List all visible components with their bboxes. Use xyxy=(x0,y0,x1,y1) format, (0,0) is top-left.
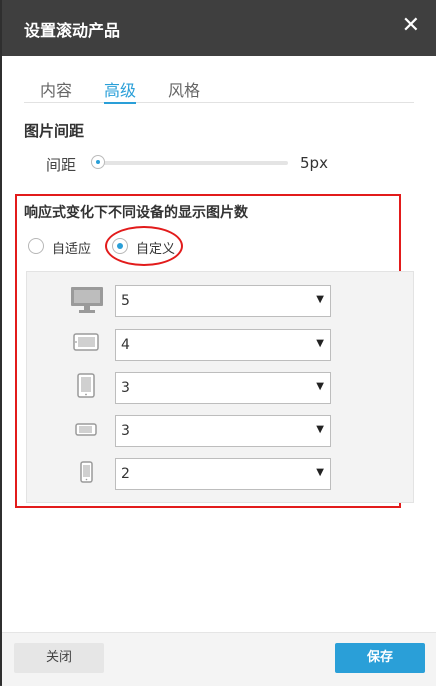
responsive-title: 响应式变化下不同设备的显示图片数 xyxy=(24,205,248,221)
radio-adaptive-label[interactable]: 自适应 xyxy=(52,238,91,257)
tablet-landscape-icon xyxy=(73,333,99,351)
tablet-landscape-count-select[interactable]: 4 ▼ xyxy=(115,329,331,361)
dialog-header: 设置滚动产品 ✕ xyxy=(2,0,436,56)
spacing-slider-handle[interactable] xyxy=(91,155,105,169)
tab-content[interactable]: 内容 xyxy=(40,77,72,102)
phone-portrait-count-select[interactable]: 2 ▼ xyxy=(115,458,331,490)
tablet-portrait-icon xyxy=(77,373,95,398)
tablet-portrait-count-value: 3 xyxy=(121,380,130,396)
image-spacing-title: 图片间距 xyxy=(24,122,85,140)
chevron-down-icon: ▼ xyxy=(316,338,324,349)
spacing-label: 间距 xyxy=(46,156,77,174)
phone-portrait-icon xyxy=(80,461,93,483)
desktop-icon xyxy=(71,287,103,313)
phone-landscape-count-select[interactable]: 3 ▼ xyxy=(115,415,331,447)
phone-landscape-icon xyxy=(75,423,97,436)
radio-adaptive[interactable] xyxy=(28,238,44,254)
chevron-down-icon: ▼ xyxy=(316,424,324,435)
desktop-count-select[interactable]: 5 ▼ xyxy=(115,285,331,317)
phone-landscape-count-value: 3 xyxy=(121,423,130,439)
tab-style[interactable]: 风格 xyxy=(168,77,200,102)
spacing-slider-track[interactable] xyxy=(92,161,288,165)
spacing-value: 5px xyxy=(300,154,328,172)
tab-bar: 内容 高级 风格 xyxy=(24,74,414,104)
close-button[interactable]: 关闭 xyxy=(14,643,104,673)
chevron-down-icon: ▼ xyxy=(316,381,324,392)
desktop-count-value: 5 xyxy=(121,293,130,309)
dialog-title: 设置滚动产品 xyxy=(24,21,121,40)
chevron-down-icon: ▼ xyxy=(316,467,324,478)
settings-dialog: 设置滚动产品 ✕ 内容 高级 风格 图片间距 间距 5px 响应式变化下不同设备… xyxy=(2,0,436,686)
tab-advanced[interactable]: 高级 xyxy=(104,77,137,104)
save-button[interactable]: 保存 xyxy=(335,643,425,673)
tablet-landscape-count-value: 4 xyxy=(121,337,130,353)
close-icon[interactable]: ✕ xyxy=(402,14,420,38)
highlight-ellipse xyxy=(105,226,183,266)
phone-portrait-count-value: 2 xyxy=(121,466,130,482)
dialog-footer: 关闭 保存 xyxy=(2,632,436,686)
tablet-portrait-count-select[interactable]: 3 ▼ xyxy=(115,372,331,404)
chevron-down-icon: ▼ xyxy=(316,294,324,305)
